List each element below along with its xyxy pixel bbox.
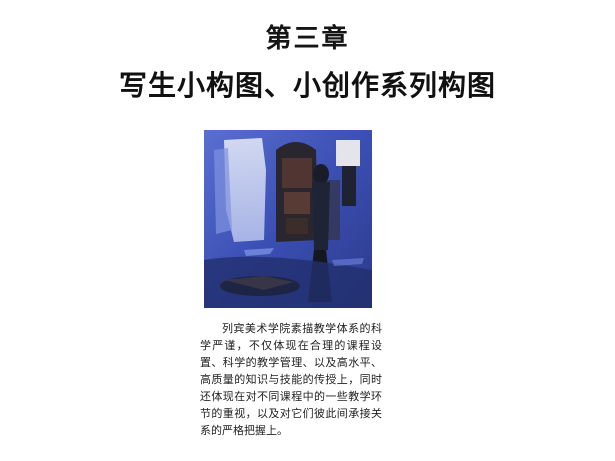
chapter-title: 写生小构图、小创作系列构图 <box>118 69 496 102</box>
figure-caption: 列宾美术学院素描教学体系的科学严谨，不仅体现在合理的课程设置、科学的教学管理、以… <box>200 322 382 437</box>
painting-icon <box>204 130 372 308</box>
chapter-label: 第三章 <box>265 24 350 54</box>
book-page: 第三章 写生小构图、小创作系列构图 列宾美术学院素描教学体系的科学严谨，不仅体现… <box>0 0 615 461</box>
